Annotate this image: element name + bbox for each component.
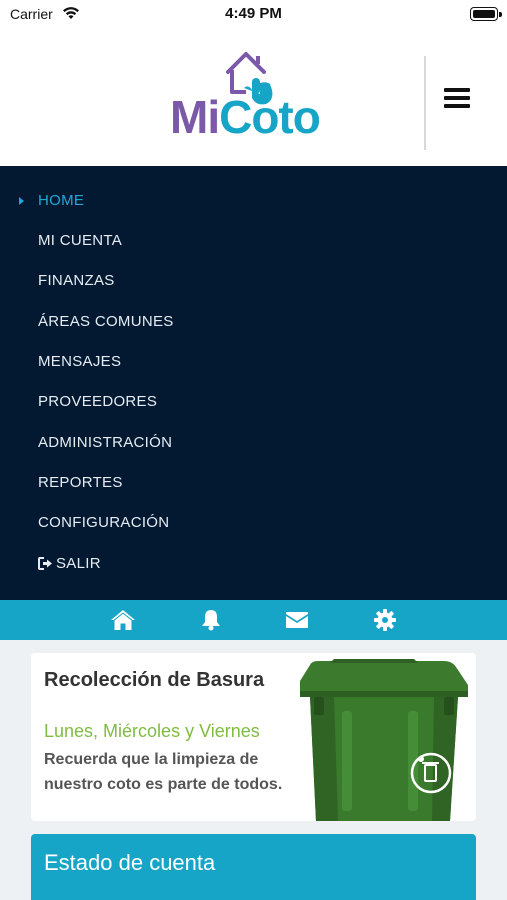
nav-item-label: ADMINISTRACIÓN [38, 434, 173, 451]
clock: 4:49 PM [225, 5, 282, 22]
gear-icon[interactable] [371, 606, 399, 634]
logo-coto: Coto [219, 91, 321, 143]
nav-item-label: FINANZAS [38, 272, 115, 289]
nav-item-mi-cuenta[interactable]: MI CUENTA [38, 229, 122, 253]
nav-item-label: CONFIGURACIÓN [38, 514, 170, 531]
nav-item-administracion[interactable]: ADMINISTRACIÓN [38, 431, 172, 455]
status-bar: Carrier 4:49 PM [0, 0, 507, 30]
caret-right-icon [19, 197, 24, 205]
account-statement-card[interactable]: Estado de cuenta [31, 834, 476, 900]
nav-item-salir[interactable]: SALIR [38, 552, 101, 576]
nav-item-proveedores[interactable]: PROVEEDORES [38, 390, 157, 414]
nav-item-label: MENSAJES [38, 353, 122, 370]
nav-item-label: ÁREAS COMUNES [38, 313, 174, 330]
announcement-days: Lunes, Miércoles y Viernes [44, 721, 260, 741]
home-icon[interactable] [109, 606, 137, 634]
nav-item-home[interactable]: HOME [19, 189, 85, 213]
logo-mi: Mi [170, 91, 220, 143]
battery-icon [470, 7, 502, 21]
nav-item-label: PROVEEDORES [38, 393, 158, 410]
announcement-card[interactable]: Recolección de Basura Lunes, Miércoles y… [31, 653, 476, 821]
announcement-title: Recolección de Basura [44, 669, 265, 691]
side-menu: HOME MI CUENTA FINANZAS ÁREAS COMUNES ME… [0, 166, 507, 600]
nav-item-areas-comunes[interactable]: ÁREAS COMUNES [38, 310, 174, 334]
sign-out-icon [38, 557, 52, 570]
nav-item-label: HOME [38, 192, 85, 209]
nav-item-label: SALIR [56, 555, 101, 572]
envelope-icon[interactable] [283, 606, 311, 634]
trash-bin-image [300, 659, 468, 821]
announcement-message: Recuerda que la limpieza de nuestro coto… [44, 751, 283, 793]
app-header: MiCoto [0, 30, 507, 166]
nav-item-mensajes[interactable]: MENSAJES [38, 350, 121, 374]
account-statement-title: Estado de cuenta [44, 850, 216, 875]
micoto-logo[interactable]: MiCoto [166, 48, 346, 148]
bell-icon[interactable] [197, 606, 225, 634]
nav-item-reportes[interactable]: REPORTES [38, 471, 123, 495]
nav-item-finanzas[interactable]: FINANZAS [38, 269, 115, 293]
logo-wordmark: MiCoto [170, 90, 321, 144]
quick-actions-bar [0, 600, 507, 640]
hamburger-icon[interactable] [440, 84, 474, 118]
nav-item-configuracion[interactable]: CONFIGURACIÓN [38, 511, 169, 535]
nav-item-label: REPORTES [38, 474, 123, 491]
header-divider [424, 56, 426, 150]
nav-item-label: MI CUENTA [38, 232, 123, 249]
